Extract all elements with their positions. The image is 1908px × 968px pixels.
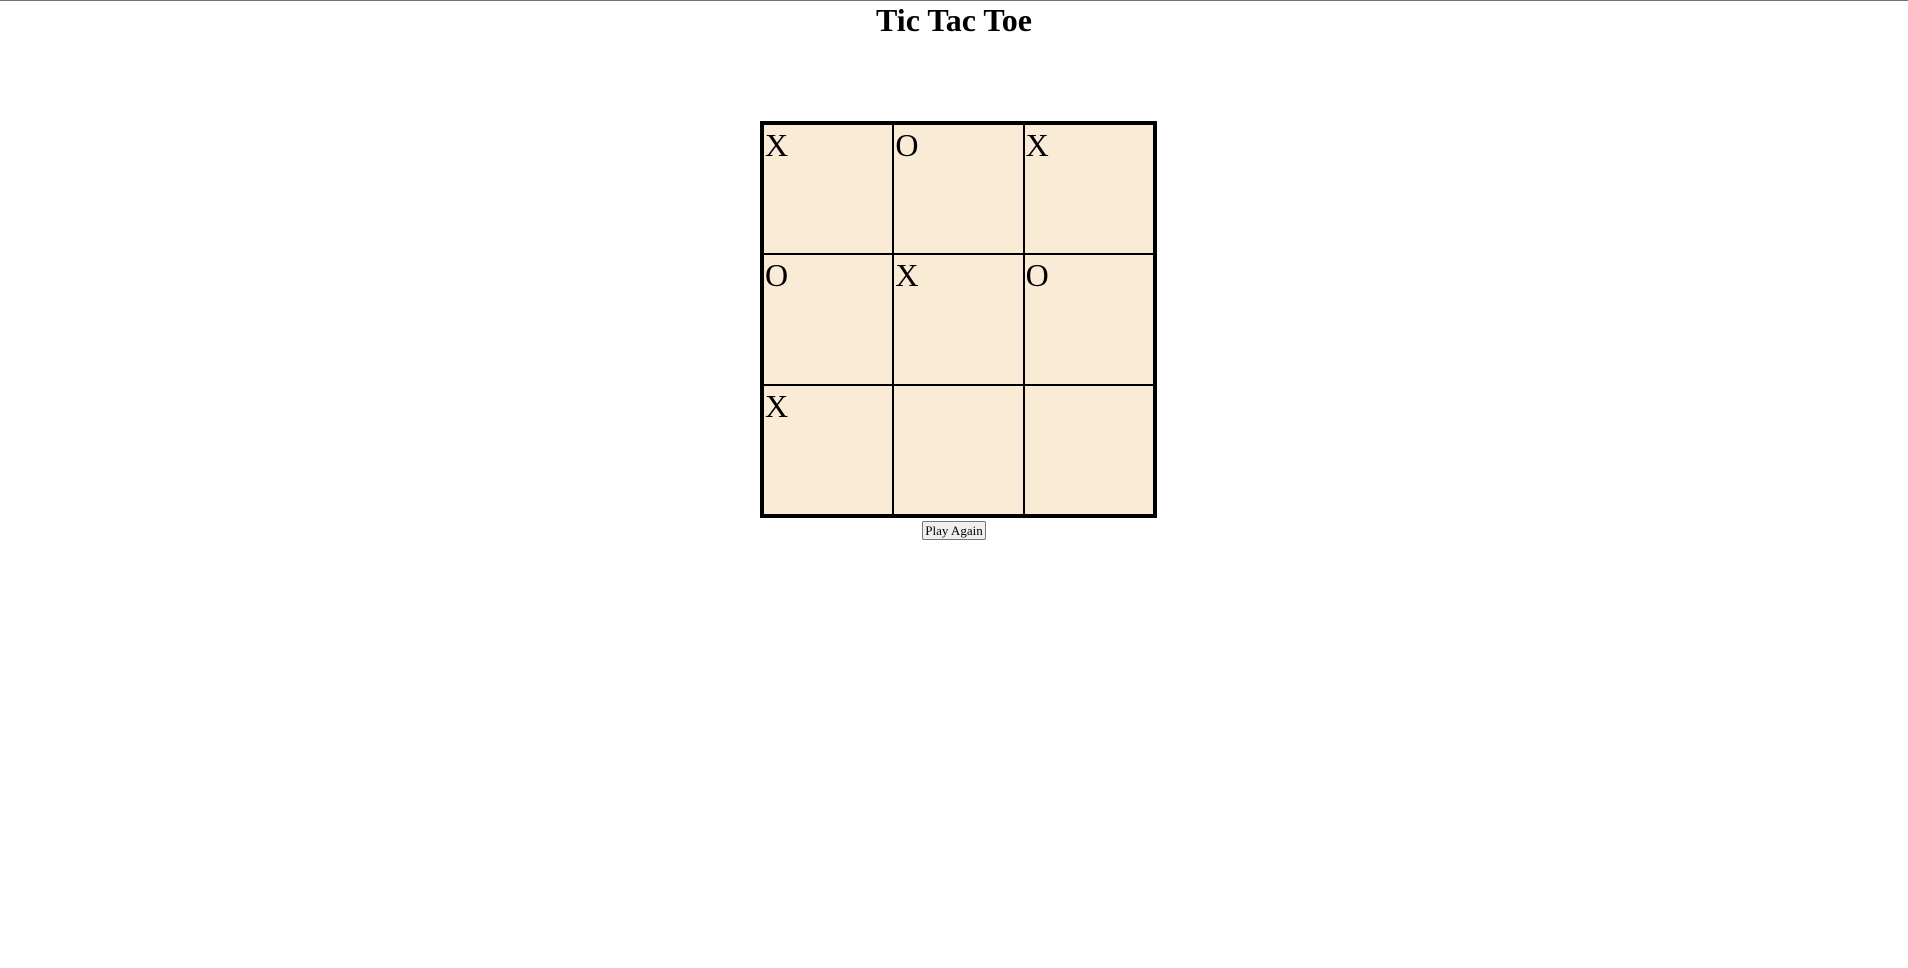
board-cell-7[interactable]: X xyxy=(763,384,894,515)
page-title: Tic Tac Toe xyxy=(876,2,1032,38)
play-again-button[interactable]: Play Again xyxy=(922,521,986,540)
board-cell-1[interactable]: X xyxy=(763,124,894,255)
game-board: X O X O X O X xyxy=(760,121,1157,518)
board-cell-9[interactable] xyxy=(1023,384,1154,515)
board-cell-3[interactable]: X xyxy=(1023,124,1154,255)
board-cell-2[interactable]: O xyxy=(893,124,1024,255)
game-controls: Play Again xyxy=(0,521,1908,540)
board-cell-5[interactable]: X xyxy=(893,254,1024,385)
board-cell-4[interactable]: O xyxy=(763,254,894,385)
board-cell-8[interactable] xyxy=(893,384,1024,515)
board-cell-6[interactable]: O xyxy=(1023,254,1154,385)
